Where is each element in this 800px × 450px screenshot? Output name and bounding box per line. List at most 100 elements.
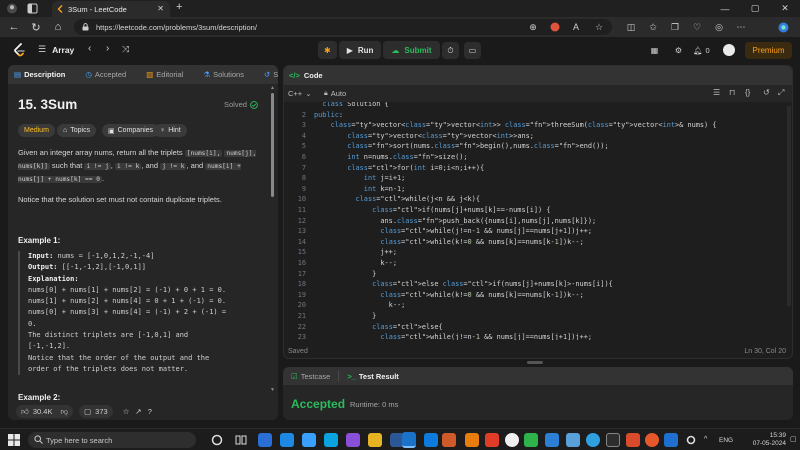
language-select[interactable]: C++ ⌄: [288, 89, 311, 98]
minimize-icon[interactable]: —: [710, 0, 740, 17]
like-button[interactable]: 👍︎ 30.4K 👎︎: [16, 405, 74, 418]
notifications-button[interactable]: 🔔︎ 0: [693, 46, 710, 55]
share-icon[interactable]: ↗: [135, 407, 141, 416]
help-icon[interactable]: ?: [148, 407, 152, 416]
explanation-line: [-1,-1,2].: [28, 342, 71, 351]
github-icon[interactable]: [505, 433, 519, 447]
read-aloud-icon[interactable]: A: [569, 20, 583, 34]
more-options-icon[interactable]: ⋯: [734, 20, 748, 34]
difficulty-badge[interactable]: Medium: [18, 124, 55, 137]
layout-icon[interactable]: ▦: [646, 42, 663, 59]
leetcode-favicon-icon: [57, 5, 65, 13]
submit-button[interactable]: ☁ Submit: [383, 41, 440, 59]
file-explorer-icon[interactable]: [368, 433, 382, 447]
next-problem-icon[interactable]: ›: [106, 43, 109, 54]
profile-icon[interactable]: [6, 3, 18, 14]
close-window-icon[interactable]: ✕: [770, 0, 800, 17]
app-icon[interactable]: [442, 433, 456, 447]
topics-chip[interactable]: ⌂ Topics: [57, 124, 97, 137]
vscode-icon[interactable]: [545, 433, 559, 447]
mail-icon[interactable]: [280, 433, 294, 447]
collections-icon[interactable]: ❐: [668, 20, 682, 34]
code-line: k--;: [314, 301, 406, 310]
refresh-icon[interactable]: ↻: [28, 19, 44, 35]
timer-icon[interactable]: ⏱: [442, 42, 459, 59]
edge-copilot-icon[interactable]: [776, 20, 790, 34]
maximize-icon[interactable]: ▢: [740, 0, 770, 17]
tab-test-result[interactable]: >_ Test Result: [347, 372, 398, 381]
braces-icon[interactable]: {}: [745, 88, 750, 97]
new-tab-button[interactable]: +: [176, 1, 182, 13]
favorites-icon[interactable]: ✩: [646, 20, 660, 34]
comment-count: 373: [95, 407, 108, 416]
taskbar-search-input[interactable]: Type here to search: [28, 432, 196, 448]
scroll-up-icon[interactable]: ▲: [270, 85, 275, 91]
copilot-icon[interactable]: ◎: [712, 20, 726, 34]
home-icon[interactable]: ⌂: [50, 19, 66, 35]
system-clock[interactable]: 15:39 07-05-2024: [753, 432, 786, 448]
tab-accepted[interactable]: ◷ Accepted: [85, 70, 126, 79]
app-icon[interactable]: [606, 433, 620, 447]
editor-scrollbar[interactable]: [787, 106, 791, 306]
keyboard-language[interactable]: ENG: [719, 437, 733, 444]
zoom-icon[interactable]: ⊕: [526, 20, 540, 34]
format-icon[interactable]: ☰: [713, 88, 720, 97]
browser-essentials-icon[interactable]: ♡: [690, 20, 704, 34]
workspaces-icon[interactable]: [27, 3, 38, 14]
reset-icon[interactable]: ↺: [763, 88, 770, 97]
edge-icon[interactable]: [402, 432, 416, 448]
blender-icon[interactable]: [465, 433, 479, 447]
code-editor[interactable]: class Solution {2 public: 3 class="ty">vec…: [284, 102, 792, 340]
split-screen-icon[interactable]: ◫: [624, 20, 638, 34]
tab-description[interactable]: ▤ Description: [14, 70, 65, 79]
skype-icon[interactable]: [664, 433, 678, 447]
app-icon[interactable]: [566, 433, 580, 447]
leetcode-logo-icon[interactable]: [13, 43, 26, 57]
app-icon[interactable]: [258, 433, 272, 447]
thumbs-down-icon[interactable]: 👎︎: [60, 407, 68, 417]
hint-chip[interactable]: ♀ Hint: [154, 124, 187, 137]
close-tab-icon[interactable]: ✕: [157, 4, 164, 13]
prev-problem-icon[interactable]: ‹: [88, 43, 91, 54]
tab-solutions[interactable]: ⚗ Solutions: [203, 70, 244, 79]
settings-gear-icon[interactable]: ⚙: [670, 42, 687, 59]
favorite-star-icon[interactable]: ☆: [123, 407, 130, 416]
app-icon[interactable]: [324, 433, 338, 447]
notes-icon[interactable]: ▭: [464, 42, 481, 59]
app-icon[interactable]: [302, 433, 316, 447]
extension-badge-icon[interactable]: [548, 20, 562, 34]
autocomplete-toggle[interactable]: 🔒︎ Auto: [324, 89, 346, 98]
app-icon[interactable]: [485, 433, 499, 447]
tab-submissions[interactable]: ↺ Su: [264, 70, 278, 79]
panel-resize-handle[interactable]: [527, 361, 543, 364]
bookmark-icon[interactable]: ⊓: [729, 88, 735, 97]
description-scrollbar[interactable]: [271, 93, 274, 197]
tab-testcase[interactable]: ☑ Testcase: [291, 372, 330, 381]
shuffle-icon[interactable]: ⤨: [122, 44, 129, 55]
task-view-icon[interactable]: [234, 433, 248, 447]
telegram-icon[interactable]: [586, 433, 600, 447]
comments-button[interactable]: ▢ 373: [79, 405, 113, 418]
app-icon[interactable]: [626, 433, 640, 447]
run-button[interactable]: ▶ Run: [338, 41, 382, 59]
back-icon[interactable]: ←: [6, 19, 22, 35]
app-icon[interactable]: [524, 433, 538, 447]
windows-start-icon[interactable]: [8, 434, 20, 446]
companies-chip[interactable]: ▣ Companies: [102, 124, 160, 137]
tab-editorial[interactable]: ▥ Editorial: [146, 70, 183, 79]
premium-button[interactable]: Premium: [745, 42, 792, 59]
browser-tab-active[interactable]: 3Sum - LeetCode ✕: [52, 1, 170, 17]
fullscreen-icon[interactable]: ⤢: [778, 88, 784, 98]
favorite-star-icon[interactable]: ☆: [592, 20, 606, 34]
avatar[interactable]: [723, 44, 735, 56]
git-icon[interactable]: [645, 433, 659, 447]
settings-gear-icon[interactable]: [684, 433, 698, 447]
cortana-icon[interactable]: [210, 433, 224, 447]
notification-center-icon[interactable]: ▢: [790, 435, 797, 443]
app-icon[interactable]: [424, 433, 438, 447]
problem-list-button[interactable]: ☰ Array: [38, 44, 74, 55]
tray-chevron-icon[interactable]: ^: [704, 436, 707, 443]
visual-studio-icon[interactable]: [346, 433, 360, 447]
debug-button[interactable]: ✱: [318, 41, 337, 59]
scroll-down-icon[interactable]: ▼: [270, 387, 275, 393]
